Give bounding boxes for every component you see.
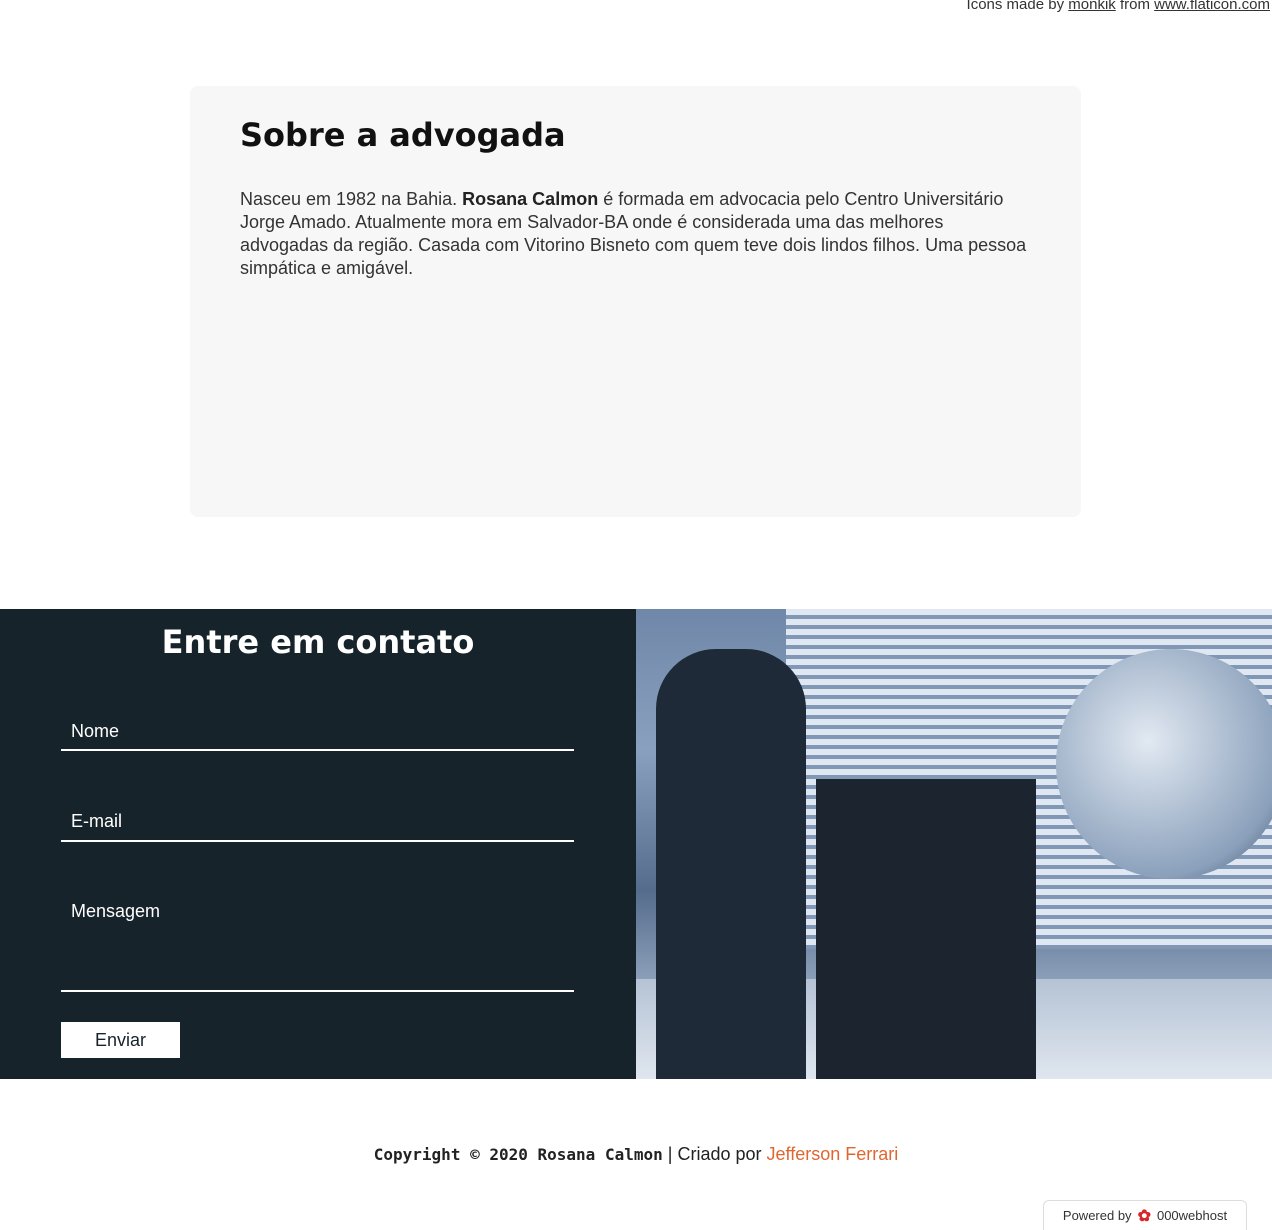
contact-section: Entre em contato Nome E-mail Mensagem En… [0,609,636,1079]
author-link[interactable]: Jefferson Ferrari [767,1144,899,1164]
about-text: Nasceu em 1982 na Bahia. Rosana Calmon é… [240,189,1027,278]
webhost-logo-icon: ✿ [1137,1207,1151,1225]
submit-button[interactable]: Enviar [61,1022,180,1058]
powered-by-badge[interactable]: Powered by ✿ 000webhost [1043,1200,1247,1230]
about-title: Sobre a advogada [240,116,566,154]
footer: Copyright © 2020 Rosana Calmon | Criado … [373,1144,899,1164]
credits-author-link[interactable]: monkik [1068,0,1116,13]
icon-credits: Icons made by monkik from www.flaticon.c… [967,0,1270,13]
name-input[interactable]: Nome [61,721,574,751]
email-input[interactable]: E-mail [61,811,574,842]
about-section: Sobre a advogada Nasceu em 1982 na Bahia… [190,86,1081,517]
justice-statue-image [636,609,1272,1079]
message-textarea[interactable]: Mensagem [61,901,574,992]
contact-title: Entre em contato [161,623,475,661]
credits-site-link[interactable]: www.flaticon.com [1154,0,1270,13]
